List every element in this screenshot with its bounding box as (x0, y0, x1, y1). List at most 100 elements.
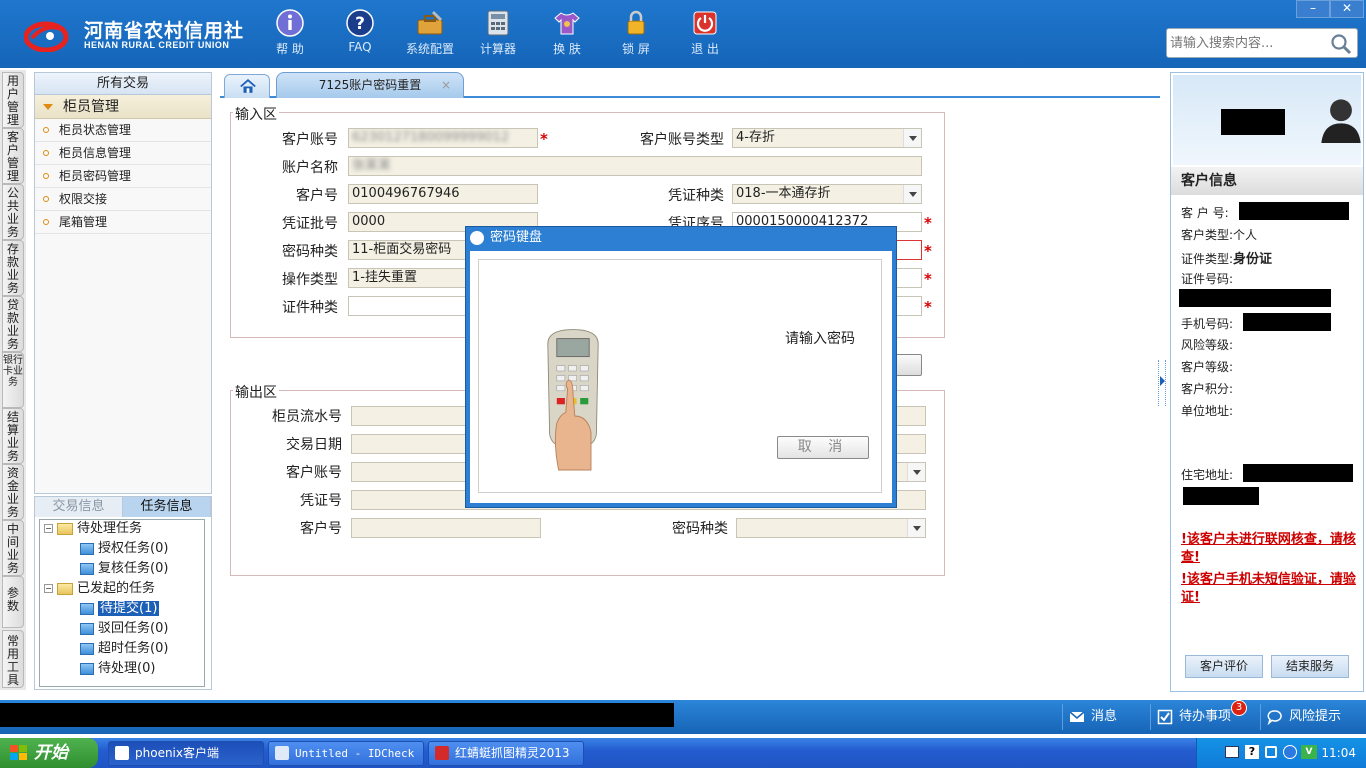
search-box (1166, 28, 1358, 58)
vtab-common-tools[interactable]: 常用工具 (2, 630, 24, 688)
expand-arrow-icon[interactable] (1160, 376, 1165, 386)
menu-item-cashbox[interactable]: 尾箱管理 (35, 211, 211, 234)
tree-node-to-process[interactable]: 待处理(0) (80, 660, 155, 678)
risk-alert-button[interactable]: 风险提示 (1260, 704, 1360, 730)
tab-close-icon[interactable]: × (441, 73, 451, 97)
keyboard-icon[interactable] (1225, 746, 1239, 758)
chevron-down-icon[interactable] (907, 519, 925, 537)
tab-transaction-info[interactable]: 交易信息 (35, 497, 123, 517)
start-button[interactable]: 开始 (0, 738, 98, 768)
tree-node-review-task[interactable]: 复核任务(0) (80, 560, 168, 578)
power-icon (693, 11, 717, 35)
tree-node-rejected[interactable]: 驳回任务(0) (80, 620, 168, 638)
vtab-public-business[interactable]: 公共业务 (2, 184, 24, 240)
vtab-intermediary[interactable]: 中间业务 (2, 520, 24, 576)
output-area-legend: 输出区 (233, 382, 279, 402)
out-pwd-type-select[interactable] (736, 518, 926, 538)
warning-sms-verify[interactable]: !该客户手机未短信验证，请验证! (1181, 571, 1359, 607)
vtab-deposit[interactable]: 存款业务 (2, 240, 24, 296)
warning-network-check[interactable]: !该客户未进行联网核查，请核查! (1181, 531, 1359, 567)
logo-mark-icon (24, 21, 69, 52)
acct-input[interactable]: 6230127180099999012 (348, 128, 538, 148)
menu-title[interactable]: 所有交易 (35, 73, 211, 95)
system-tray: ? V 11:04 (1196, 738, 1366, 768)
help-label: 帮 助 (276, 42, 304, 56)
skin-button[interactable]: 换 肤 (535, 8, 599, 64)
points-label: 客户积分: (1181, 382, 1234, 396)
home-tab[interactable] (224, 74, 270, 98)
tree-node-label: 驳回任务(0) (98, 621, 169, 636)
level-label: 客户等级: (1181, 360, 1234, 374)
out-pwd-type-label: 密码种类 (672, 521, 728, 537)
end-service-button[interactable]: 结束服务 (1271, 655, 1349, 678)
close-window-button[interactable]: ✕ (1330, 0, 1364, 18)
checkbox-icon (1157, 709, 1173, 725)
required-mark: * (924, 298, 932, 316)
chevron-down-icon[interactable] (903, 185, 921, 203)
vtab-customer-management[interactable]: 客户管理 (2, 128, 24, 184)
tab-task-info[interactable]: 任务信息 (123, 497, 211, 517)
menu-item-teller-status[interactable]: 柜员状态管理 (35, 119, 211, 142)
tree-node-pending[interactable]: − 待处理任务 (44, 520, 142, 538)
menu-item-teller-password[interactable]: 柜员密码管理 (35, 165, 211, 188)
tray-icon[interactable] (1265, 746, 1277, 758)
menu-item-permission-handover[interactable]: 权限交接 (35, 188, 211, 211)
todo-label: 待办事项 (1179, 709, 1232, 724)
menu-item-teller-info[interactable]: 柜员信息管理 (35, 142, 211, 165)
tree-node-timeout[interactable]: 超时任务(0) (80, 640, 168, 658)
help-tray-icon[interactable]: ? (1245, 745, 1259, 759)
calculator-button[interactable]: 计算器 (466, 8, 530, 64)
search-input[interactable] (1170, 33, 1330, 53)
acct-type-select[interactable]: 4-存折 (732, 128, 922, 148)
chevron-down-icon[interactable] (903, 129, 921, 147)
acct-name-input[interactable]: 张某某 (348, 156, 922, 176)
bullet-icon (43, 173, 49, 179)
help-button[interactable]: 帮 助 (258, 8, 322, 64)
bullet-icon (43, 127, 49, 133)
folder-icon (57, 522, 73, 535)
search-icon[interactable] (1329, 32, 1353, 56)
list-icon (80, 642, 94, 655)
settings-button[interactable]: 系统配置 (398, 8, 462, 64)
phone-redacted (1243, 313, 1331, 331)
minimize-button[interactable]: – (1296, 0, 1330, 18)
taskbar-item-screenshot-tool[interactable]: 红蜻蜓抓图精灵2013 (428, 741, 584, 766)
cust-no-input[interactable]: 0100496767946 (348, 184, 538, 204)
customer-rating-button[interactable]: 客户评价 (1185, 655, 1263, 678)
tree-node-auth-task[interactable]: 授权任务(0) (80, 540, 168, 558)
acct-value: 6230127180099999012 (352, 130, 510, 145)
taskbar-item-idcheck[interactable]: Untitled - IDCheck (268, 741, 424, 766)
collapse-icon[interactable]: − (44, 524, 53, 533)
dialog-title: 密码键盘 (490, 230, 543, 245)
vtab-settlement[interactable]: 结算业务 (2, 408, 24, 464)
logo-text-cn: 河南省农村信用社 (84, 20, 245, 42)
voucher-type-select[interactable]: 018-一本通存折 (732, 184, 922, 204)
skin-label: 换 肤 (553, 42, 581, 56)
chevron-down-icon[interactable] (907, 463, 925, 481)
tree-node-to-submit[interactable]: 待提交(1) (80, 600, 160, 618)
collapse-icon[interactable]: − (44, 584, 53, 593)
vtab-loan[interactable]: 贷款业务 (2, 296, 24, 352)
ime-icon[interactable]: V (1301, 745, 1317, 759)
network-icon[interactable] (1283, 745, 1297, 759)
vtab-user-management[interactable]: 用户管理 (2, 72, 24, 128)
vtab-parameters[interactable]: 参数 (2, 576, 24, 628)
taskbar-item-label: 红蜻蜓抓图精灵2013 (455, 746, 570, 760)
faq-button[interactable]: ? FAQ (328, 8, 392, 64)
taskbar-item-label: phoenix客户端 (135, 746, 219, 760)
svg-text:?: ? (355, 14, 365, 34)
taskbar-item-phoenix[interactable]: phoenix客户端 (108, 741, 264, 766)
tree-node-initiated[interactable]: − 已发起的任务 (44, 580, 155, 598)
acct-type-label: 客户账号类型 (640, 132, 724, 148)
cust-no-label: 客 户 号: (1181, 206, 1229, 220)
tab-password-reset[interactable]: 7125账户密码重置 × (276, 72, 464, 98)
vtab-funds[interactable]: 资金业务 (2, 464, 24, 520)
exit-button[interactable]: 退 出 (673, 8, 737, 64)
menu-group-teller[interactable]: 柜员管理 (35, 95, 211, 119)
menu-item-label: 柜员信息管理 (59, 146, 132, 160)
dialog-titlebar: 密码键盘 (466, 227, 896, 249)
lock-screen-button[interactable]: 锁 屏 (604, 8, 668, 64)
cancel-button[interactable]: 取 消 (777, 436, 869, 459)
messages-button[interactable]: 消息 (1062, 704, 1146, 730)
vtab-bank-card[interactable]: 银行卡业务 (2, 352, 24, 408)
